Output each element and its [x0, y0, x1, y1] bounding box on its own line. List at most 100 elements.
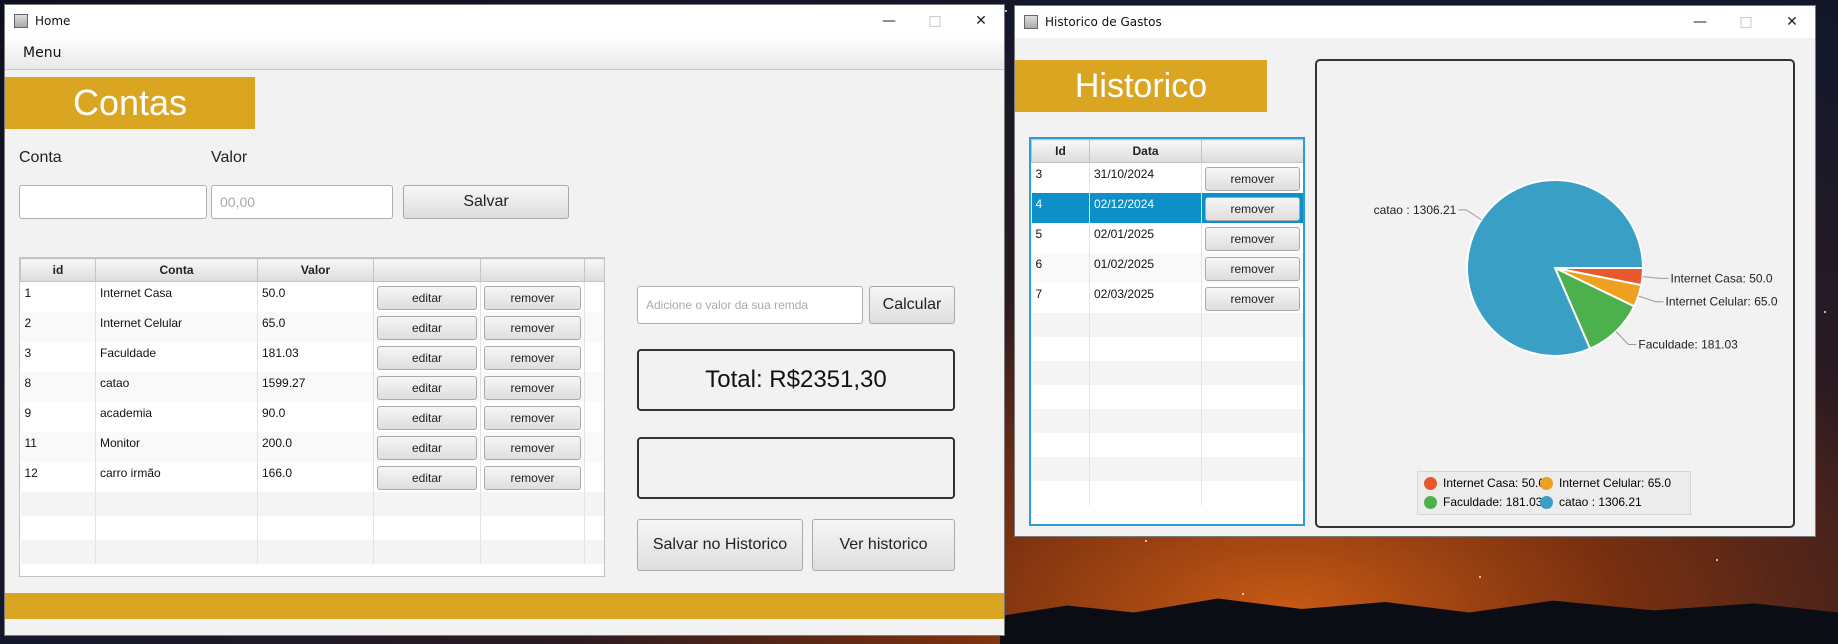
historico-titlebar[interactable]: Historico de Gastos — □ ✕	[1015, 6, 1815, 38]
home-window: Home — □ ✕ Menu Contas Conta Valor 00,00…	[4, 4, 1005, 636]
conta-label: Conta	[19, 149, 62, 166]
cell-conta: Faculdade	[95, 342, 258, 372]
table-row[interactable]: 4 02/12/2024 remover	[1031, 193, 1303, 223]
col-header-id[interactable]: id	[20, 258, 96, 282]
col-header-remove[interactable]	[480, 258, 585, 282]
table-row[interactable]: 7 02/03/2025 remover	[1031, 283, 1303, 313]
cell-data: 02/03/2025	[1089, 283, 1202, 313]
ver-historico-button[interactable]: Ver historico	[812, 519, 955, 571]
empty-row	[1031, 385, 1303, 409]
contas-table[interactable]: id Conta Valor 1 Internet Casa 50.0 editar r…	[19, 257, 605, 577]
cell-conta: Monitor	[95, 432, 258, 462]
table-row[interactable]: 2 Internet Celular 65.0 editar remover	[20, 312, 604, 342]
table-row[interactable]: 3 31/10/2024 remover	[1031, 162, 1303, 193]
menu-item[interactable]: Menu	[23, 45, 61, 61]
cell-conta: Internet Celular	[95, 312, 258, 342]
remove-button[interactable]: remover	[484, 286, 581, 310]
edit-button[interactable]: editar	[377, 466, 477, 490]
table-row[interactable]: 5 02/01/2025 remover	[1031, 223, 1303, 253]
legend-item: Internet Casa: 50.0	[1424, 476, 1545, 490]
salvar-historico-button[interactable]: Salvar no Historico	[637, 519, 803, 571]
remove-button[interactable]: remover	[1205, 227, 1300, 251]
close-icon[interactable]: ✕	[1769, 6, 1815, 38]
table-row[interactable]: 6 01/02/2025 remover	[1031, 253, 1303, 283]
save-button[interactable]: Salvar	[403, 185, 569, 219]
col-header-remove[interactable]	[1201, 139, 1303, 163]
cell-id: 3	[20, 342, 96, 372]
edit-button[interactable]: editar	[377, 376, 477, 400]
remove-button[interactable]: remover	[484, 436, 581, 460]
cell-valor: 65.0	[257, 312, 374, 342]
remove-button[interactable]: remover	[484, 346, 581, 370]
pie-slice-label: Internet Casa: 50.0	[1670, 271, 1772, 285]
col-header-edit[interactable]	[373, 258, 481, 282]
legend-item: Internet Celular: 65.0	[1540, 476, 1671, 490]
empty-row	[1031, 337, 1303, 361]
edit-button[interactable]: editar	[377, 406, 477, 430]
cell-data: 01/02/2025	[1089, 253, 1202, 283]
empty-row	[1031, 361, 1303, 385]
table-row[interactable]: 8 catao 1599.27 editar remover	[20, 372, 604, 402]
remove-button[interactable]: remover	[484, 376, 581, 400]
edit-button[interactable]: editar	[377, 286, 477, 310]
empty-row	[1031, 457, 1303, 481]
page-title: Contas	[72, 82, 188, 123]
minimize-icon[interactable]: —	[1677, 6, 1723, 38]
edit-button[interactable]: editar	[377, 436, 477, 460]
empty-row	[1031, 313, 1303, 337]
conta-input[interactable]	[19, 185, 207, 219]
table-row[interactable]: 12 carro irmão 166.0 editar remover	[20, 462, 604, 492]
pie-slice-label: catao : 1306.21	[1374, 203, 1457, 217]
remove-button[interactable]: remover	[484, 316, 581, 340]
pie-slice-label: Faculdade: 181.03	[1638, 337, 1738, 351]
table-row[interactable]: 9 academia 90.0 editar remover	[20, 402, 604, 432]
col-header-data[interactable]: Data	[1089, 139, 1202, 163]
pie-chart: Internet Casa: 50.0 Internet Celular: 65.…	[1374, 179, 1778, 357]
cell-id: 9	[20, 402, 96, 432]
remove-button[interactable]: remover	[484, 406, 581, 430]
total-text: Total: R$2351,30	[705, 366, 887, 393]
valor-label: Valor	[211, 149, 248, 166]
col-header-id[interactable]: Id	[1031, 139, 1090, 163]
cell-valor: 1599.27	[257, 372, 374, 402]
cell-data: 02/12/2024	[1089, 193, 1202, 223]
legend-swatch	[1424, 495, 1437, 509]
historico-table[interactable]: Id Data 3 31/10/2024 remover 4 02/12/2024 rem…	[1029, 137, 1305, 526]
col-header-valor[interactable]: Valor	[257, 258, 374, 282]
cell-valor: 200.0	[257, 432, 374, 462]
table-header: Id Data	[1031, 139, 1303, 163]
pie-slice-label: Internet Celular: 65.0	[1666, 295, 1778, 309]
close-icon[interactable]: ✕	[958, 5, 1004, 37]
table-row[interactable]: 1 Internet Casa 50.0 editar remover	[20, 281, 604, 312]
edit-button[interactable]: editar	[377, 316, 477, 340]
pie-label-line	[1458, 209, 1482, 221]
maximize-icon[interactable]: □	[912, 5, 958, 37]
renda-input[interactable]: Adicione o valor da sua remda	[637, 286, 863, 324]
app-icon	[1024, 15, 1038, 29]
minimize-icon[interactable]: —	[866, 5, 912, 37]
legend-swatch	[1540, 495, 1553, 509]
legend-item: Faculdade: 181.03	[1424, 495, 1542, 509]
table-row[interactable]: 11 Monitor 200.0 editar remover	[20, 432, 604, 462]
edit-button[interactable]: editar	[377, 346, 477, 370]
remove-button[interactable]: remover	[1205, 167, 1300, 191]
window-title: Historico de Gastos	[1045, 15, 1162, 29]
calcular-button[interactable]: Calcular	[869, 286, 955, 324]
cell-data: 31/10/2024	[1089, 162, 1202, 193]
remove-button[interactable]: remover	[1205, 197, 1300, 221]
table-row[interactable]: 3 Faculdade 181.03 editar remover	[20, 342, 604, 372]
col-header-conta[interactable]: Conta	[95, 258, 258, 282]
cell-id: 12	[20, 462, 96, 492]
maximize-icon[interactable]: □	[1723, 6, 1769, 38]
valor-input[interactable]: 00,00	[211, 185, 393, 219]
empty-row	[20, 540, 604, 564]
legend-label: Faculdade: 181.03	[1443, 495, 1543, 509]
remove-button[interactable]: remover	[1205, 287, 1300, 311]
page-title-banner: Contas	[5, 77, 255, 129]
total-display: Total: R$2351,30	[637, 349, 955, 411]
cell-conta: carro irmão	[95, 462, 258, 492]
legend-item: catao : 1306.21	[1540, 495, 1642, 509]
home-titlebar[interactable]: Home — □ ✕	[5, 5, 1004, 37]
remove-button[interactable]: remover	[484, 466, 581, 490]
remove-button[interactable]: remover	[1205, 257, 1300, 281]
